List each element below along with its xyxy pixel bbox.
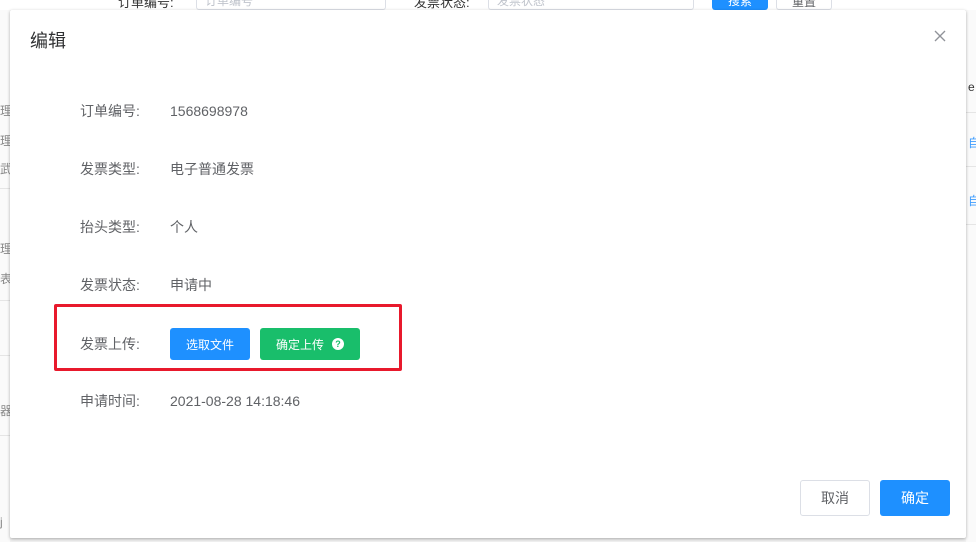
cancel-button[interactable]: 取消	[800, 480, 870, 516]
bg-right-text: e	[968, 80, 975, 94]
invoice-upload-label: 发票上传:	[80, 336, 140, 352]
invoice-type-row: 发票类型: 电子普通发票	[80, 158, 254, 180]
bg-divider	[0, 435, 10, 436]
ok-button[interactable]: 确定	[880, 480, 950, 516]
bg-divider	[966, 166, 976, 167]
invoice-type-value: 电子普通发票	[170, 161, 254, 177]
bg-divider	[0, 188, 10, 189]
bg-right-link[interactable]: 自	[968, 134, 976, 151]
bg-divider	[0, 300, 10, 301]
bg-reset-button[interactable]: 重置	[776, 0, 832, 10]
bg-left-sidebar: 理 理 武 理 表 器 j	[0, 10, 10, 542]
order-number-label: 订单编号:	[80, 103, 140, 119]
invoice-upload-row: 发票上传: 选取文件 确定上传 ?	[80, 328, 360, 360]
apply-time-row: 申请时间: 2021-08-28 14:18:46	[80, 390, 300, 412]
apply-time-label: 申请时间:	[80, 393, 140, 409]
bg-left-text: 理	[0, 134, 10, 148]
title-type-row: 抬头类型: 个人	[80, 216, 198, 238]
bg-left-text: 表	[0, 272, 10, 286]
close-icon[interactable]	[932, 28, 948, 44]
bg-order-input[interactable]: 订单编号	[196, 0, 386, 10]
dialog-title: 编辑	[30, 31, 66, 51]
apply-time-value: 2021-08-28 14:18:46	[170, 393, 300, 409]
invoice-type-label: 发票类型:	[80, 161, 140, 177]
bg-left-text: j	[0, 515, 3, 529]
invoice-status-value: 申请中	[170, 277, 212, 293]
order-number-row: 订单编号: 1568698978	[80, 100, 248, 122]
order-number-value: 1568698978	[170, 103, 248, 119]
background-search-bar: 订单编号: 订单编号 发票状态: 发票状态 搜索 重置	[0, 0, 976, 10]
question-circle-icon[interactable]: ?	[332, 338, 344, 350]
bg-left-text: 器	[0, 404, 10, 418]
confirm-upload-label: 确定上传	[275, 337, 324, 352]
bg-divider	[966, 112, 976, 113]
bg-divider	[0, 355, 10, 356]
edit-dialog: 编辑 订单编号: 1568698978 发票类型: 电子普通发票 抬头类型: 个…	[10, 10, 966, 538]
bg-left-text: 武	[0, 162, 10, 176]
select-file-button[interactable]: 选取文件	[170, 328, 250, 360]
bg-divider	[966, 224, 976, 225]
bg-search-button[interactable]: 搜索	[712, 0, 768, 10]
title-type-value: 个人	[170, 219, 198, 235]
bg-left-text: 理	[0, 242, 10, 256]
invoice-status-row: 发票状态: 申请中	[80, 274, 212, 296]
title-type-label: 抬头类型:	[80, 219, 140, 235]
confirm-upload-button[interactable]: 确定上传 ?	[260, 328, 360, 360]
bg-right-link[interactable]: 自	[968, 192, 976, 209]
bg-status-select[interactable]: 发票状态	[488, 0, 694, 10]
invoice-status-label: 发票状态:	[80, 277, 140, 293]
bg-left-text: 理	[0, 104, 10, 118]
